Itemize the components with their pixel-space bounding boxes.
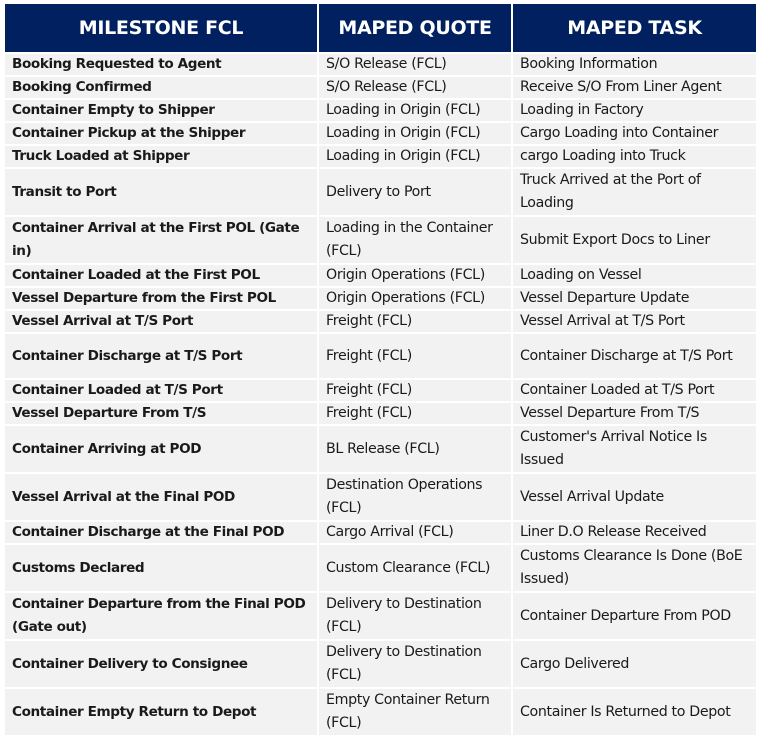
milestone-cell: Container Delivery to Consignee [5, 639, 319, 689]
table-row: Truck Loaded at Shipper Loading in Origin… [5, 144, 756, 169]
table-row: Vessel Departure From T/S Freight (FCL) Ve… [5, 401, 756, 426]
header-row: MILESTONE FCL MAPED QUOTE MAPED TASK [5, 4, 756, 54]
maped-quote-cell: Delivery to Destination (FCL) [317, 639, 513, 689]
table-row: Container Arrival at the First POL (Gate… [5, 215, 756, 265]
maped-quote-cell: Freight (FCL) [317, 401, 513, 426]
milestone-cell: Container Loaded at the First POL [5, 263, 319, 288]
table-row: Container Delivery to Consignee Delivery … [5, 639, 756, 689]
table-row: Container Empty to Shipper Loading in Ori… [5, 98, 756, 123]
maped-quote-cell: S/O Release (FCL) [317, 75, 513, 100]
table-row: Container Empty Return to Depot Empty Con… [5, 687, 756, 737]
maped-task-cell: Vessel Departure From T/S [511, 401, 756, 426]
header-maped-task: MAPED TASK [511, 4, 756, 54]
maped-task-cell: Customer's Arrival Notice Is Issued [511, 424, 756, 474]
maped-quote-cell: Custom Clearance (FCL) [317, 543, 513, 593]
maped-quote-cell: Loading in Origin (FCL) [317, 98, 513, 123]
table-row: Container Discharge at T/S Port Freight (… [5, 332, 756, 380]
milestone-cell: Container Discharge at the Final POD [5, 520, 319, 545]
maped-quote-cell: Origin Operations (FCL) [317, 286, 513, 311]
table-row: Container Pickup at the Shipper Loading i… [5, 121, 756, 146]
table-row: Container Loaded at T/S Port Freight (FCL… [5, 378, 756, 403]
milestone-cell: Container Discharge at T/S Port [5, 332, 319, 380]
maped-quote-cell: Empty Container Return (FCL) [317, 687, 513, 737]
maped-task-cell: Container Is Returned to Depot [511, 687, 756, 737]
table-row: Booking Requested to Agent S/O Release (F… [5, 52, 756, 77]
maped-quote-cell: Origin Operations (FCL) [317, 263, 513, 288]
maped-task-cell: Vessel Arrival at T/S Port [511, 309, 756, 334]
milestone-cell: Container Pickup at the Shipper [5, 121, 319, 146]
header-maped-quote: MAPED QUOTE [317, 4, 513, 54]
milestone-cell: Vessel Arrival at T/S Port [5, 309, 319, 334]
table-row: Vessel Departure from the First POL Origi… [5, 286, 756, 311]
milestone-cell: Container Arrival at the First POL (Gate… [5, 215, 319, 265]
maped-task-cell: Booking Information [511, 52, 756, 77]
maped-task-cell: Liner D.O Release Received [511, 520, 756, 545]
milestone-cell: Container Empty Return to Depot [5, 687, 319, 737]
maped-task-cell: Receive S/O From Liner Agent [511, 75, 756, 100]
table-row: Container Departure from the Final POD (… [5, 591, 756, 641]
header-milestone: MILESTONE FCL [5, 4, 319, 54]
table-row: Container Loaded at the First POL Origin … [5, 263, 756, 288]
milestone-cell: Container Empty to Shipper [5, 98, 319, 123]
maped-quote-cell: Delivery to Destination (FCL) [317, 591, 513, 641]
maped-task-cell: Loading in Factory [511, 98, 756, 123]
maped-task-cell: Submit Export Docs to Liner [511, 215, 756, 265]
milestone-cell: Booking Confirmed [5, 75, 319, 100]
milestone-cell: Truck Loaded at Shipper [5, 144, 319, 169]
milestone-cell: Booking Requested to Agent [5, 52, 319, 77]
maped-quote-cell: Destination Operations (FCL) [317, 472, 513, 522]
maped-quote-cell: Cargo Arrival (FCL) [317, 520, 513, 545]
maped-quote-cell: S/O Release (FCL) [317, 52, 513, 77]
table-row: Vessel Arrival at T/S Port Freight (FCL) V… [5, 309, 756, 334]
maped-quote-cell: BL Release (FCL) [317, 424, 513, 474]
maped-task-cell: Cargo Delivered [511, 639, 756, 689]
maped-quote-cell: Freight (FCL) [317, 332, 513, 380]
milestone-cell: Customs Declared [5, 543, 319, 593]
maped-quote-cell: Freight (FCL) [317, 378, 513, 403]
maped-task-cell: Container Loaded at T/S Port [511, 378, 756, 403]
maped-task-cell: cargo Loading into Truck [511, 144, 756, 169]
maped-quote-cell: Loading in Origin (FCL) [317, 121, 513, 146]
milestone-cell: Container Departure from the Final POD (… [5, 591, 319, 641]
table-row: Container Arriving at POD BL Release (FCL… [5, 424, 756, 474]
milestone-cell: Container Arriving at POD [5, 424, 319, 474]
maped-task-cell: Cargo Loading into Container [511, 121, 756, 146]
milestone-cell: Container Loaded at T/S Port [5, 378, 319, 403]
milestone-cell: Vessel Arrival at the Final POD [5, 472, 319, 522]
maped-quote-cell: Freight (FCL) [317, 309, 513, 334]
table-row: Vessel Arrival at the Final POD Destinati… [5, 472, 756, 522]
maped-task-cell: Vessel Arrival Update [511, 472, 756, 522]
table-row: Customs Declared Custom Clearance (FCL) Cu… [5, 543, 756, 593]
maped-quote-cell: Delivery to Port [317, 167, 513, 217]
maped-task-cell: Container Departure From POD [511, 591, 756, 641]
table-row: Transit to Port Delivery to Port Truck Arr… [5, 167, 756, 217]
maped-task-cell: Customs Clearance Is Done (BoE Issued) [511, 543, 756, 593]
maped-task-cell: Loading on Vessel [511, 263, 756, 288]
maped-task-cell: Container Discharge at T/S Port [511, 332, 756, 380]
maped-task-cell: Vessel Departure Update [511, 286, 756, 311]
table-row: Booking Confirmed S/O Release (FCL) Receiv… [5, 75, 756, 100]
maped-task-cell: Truck Arrived at the Port of Loading [511, 167, 756, 217]
maped-quote-cell: Loading in the Container (FCL) [317, 215, 513, 265]
table-row: Container Discharge at the Final POD Carg… [5, 520, 756, 545]
milestone-mapping-table: MILESTONE FCL MAPED QUOTE MAPED TASK Boo… [5, 4, 756, 737]
maped-quote-cell: Loading in Origin (FCL) [317, 144, 513, 169]
milestone-cell: Vessel Departure from the First POL [5, 286, 319, 311]
milestone-cell: Vessel Departure From T/S [5, 401, 319, 426]
milestone-cell: Transit to Port [5, 167, 319, 217]
